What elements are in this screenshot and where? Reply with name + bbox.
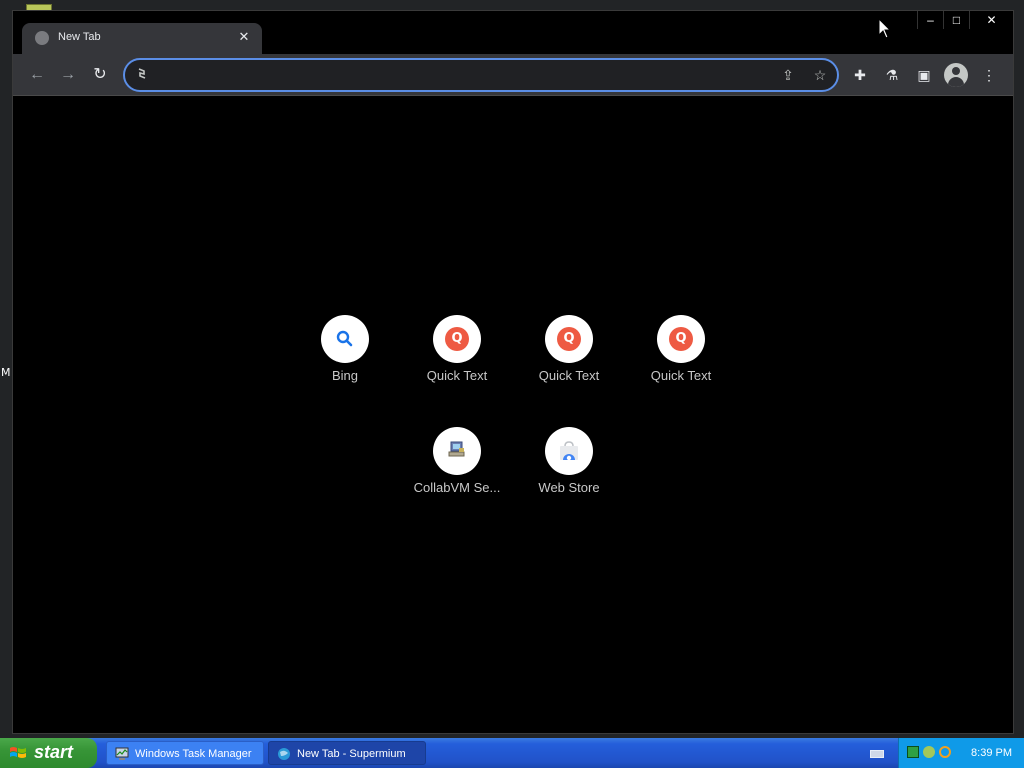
back-button[interactable]: ← bbox=[25, 63, 49, 87]
forward-button[interactable]: → bbox=[56, 63, 80, 87]
title-bar: New Tab ✕ – □ ✕ bbox=[13, 11, 1013, 54]
shortcut-web-store[interactable]: Web Store bbox=[513, 410, 625, 510]
tab-new-tab[interactable]: New Tab ✕ bbox=[22, 23, 262, 54]
windows-logo-icon bbox=[10, 747, 26, 758]
labs-flask-icon[interactable]: ⚗ bbox=[881, 64, 903, 86]
globe-icon bbox=[35, 31, 49, 45]
taskbar-item-browser[interactable]: New Tab - Supermium bbox=[268, 741, 426, 765]
shortcut-label: Quick Text bbox=[650, 368, 712, 383]
taskbar: start Windows Task Manager New Tab - Sup… bbox=[0, 738, 1024, 768]
shortcut-label: Quick Text bbox=[426, 368, 488, 383]
shortcut-icon-circle: Q bbox=[433, 315, 481, 363]
start-label: start bbox=[34, 742, 74, 762]
task-manager-icon bbox=[115, 747, 129, 760]
shortcut-label: Bing bbox=[331, 368, 359, 383]
shortcut-quick-text-1[interactable]: Q Quick Text bbox=[401, 298, 513, 398]
shortcut-label: CollabVM Se... bbox=[413, 480, 501, 495]
browser-icon bbox=[278, 748, 290, 760]
taskbar-item-label: New Tab - Supermium bbox=[297, 748, 406, 760]
shortcut-quick-text-3[interactable]: Q Quick Text bbox=[625, 298, 737, 398]
tray-app-icon[interactable] bbox=[907, 746, 919, 758]
mouse-pointer-icon bbox=[878, 18, 892, 39]
window-controls: – □ ✕ bbox=[917, 11, 1013, 31]
shortcut-label: Web Store bbox=[538, 480, 600, 495]
shortcut-collabvm[interactable]: CollabVM Se... bbox=[401, 410, 513, 510]
shortcut-icon-circle bbox=[321, 315, 369, 363]
share-icon[interactable]: ⇪ bbox=[779, 66, 797, 84]
reload-button[interactable]: ↻ bbox=[88, 63, 112, 87]
browser-window: New Tab ✕ – □ ✕ ← → ↻ ⇪ ☆ ✚ ⚗ ▣ ⋮ Bing Q… bbox=[12, 10, 1014, 734]
keyboard-language-icon[interactable] bbox=[870, 750, 884, 758]
shortcut-icon-circle: Q bbox=[545, 315, 593, 363]
browser-toolbar: ← → ↻ ⇪ ☆ ✚ ⚗ ▣ ⋮ bbox=[13, 54, 1013, 96]
shortcut-icon-circle bbox=[433, 427, 481, 475]
desktop-edge-letter: M bbox=[1, 366, 11, 379]
maximize-button[interactable]: □ bbox=[943, 11, 969, 29]
quick-text-icon: Q bbox=[669, 327, 693, 351]
start-button[interactable]: start bbox=[0, 738, 97, 768]
search-icon bbox=[336, 330, 353, 347]
address-bar[interactable]: ⇪ ☆ bbox=[123, 58, 839, 92]
profile-avatar[interactable] bbox=[944, 63, 968, 87]
tab-title: New Tab bbox=[58, 31, 101, 43]
taskbar-item-task-manager[interactable]: Windows Task Manager bbox=[106, 741, 264, 765]
shortcut-icon-circle bbox=[545, 427, 593, 475]
extensions-icon[interactable]: ✚ bbox=[849, 64, 871, 86]
quick-text-icon: Q bbox=[557, 327, 581, 351]
tray-network-icon[interactable] bbox=[923, 746, 935, 758]
minimize-button[interactable]: – bbox=[917, 11, 943, 29]
computer-icon bbox=[448, 441, 465, 457]
shortcut-quick-text-2[interactable]: Q Quick Text bbox=[513, 298, 625, 398]
bookmark-star-icon[interactable]: ☆ bbox=[811, 66, 829, 84]
clock: 8:39 PM bbox=[971, 747, 1012, 759]
tab-close-button[interactable]: ✕ bbox=[234, 27, 254, 47]
address-input[interactable] bbox=[155, 66, 755, 84]
shortcut-label: Quick Text bbox=[538, 368, 600, 383]
search-engine-icon bbox=[136, 67, 148, 81]
new-tab-page: Bing Q Quick Text Q Quick Text Q Quick T… bbox=[13, 97, 1013, 733]
taskbar-item-label: Windows Task Manager bbox=[135, 748, 252, 760]
tray-search-icon[interactable] bbox=[939, 746, 951, 758]
close-window-button[interactable]: ✕ bbox=[969, 11, 1013, 29]
shortcut-icon-circle: Q bbox=[657, 315, 705, 363]
quick-text-icon: Q bbox=[445, 327, 469, 351]
web-store-icon bbox=[560, 441, 578, 461]
system-tray: 8:39 PM bbox=[898, 738, 1024, 768]
menu-kebab-icon[interactable]: ⋮ bbox=[978, 64, 1000, 86]
side-panel-icon[interactable]: ▣ bbox=[913, 64, 935, 86]
shortcut-bing[interactable]: Bing bbox=[289, 298, 401, 398]
